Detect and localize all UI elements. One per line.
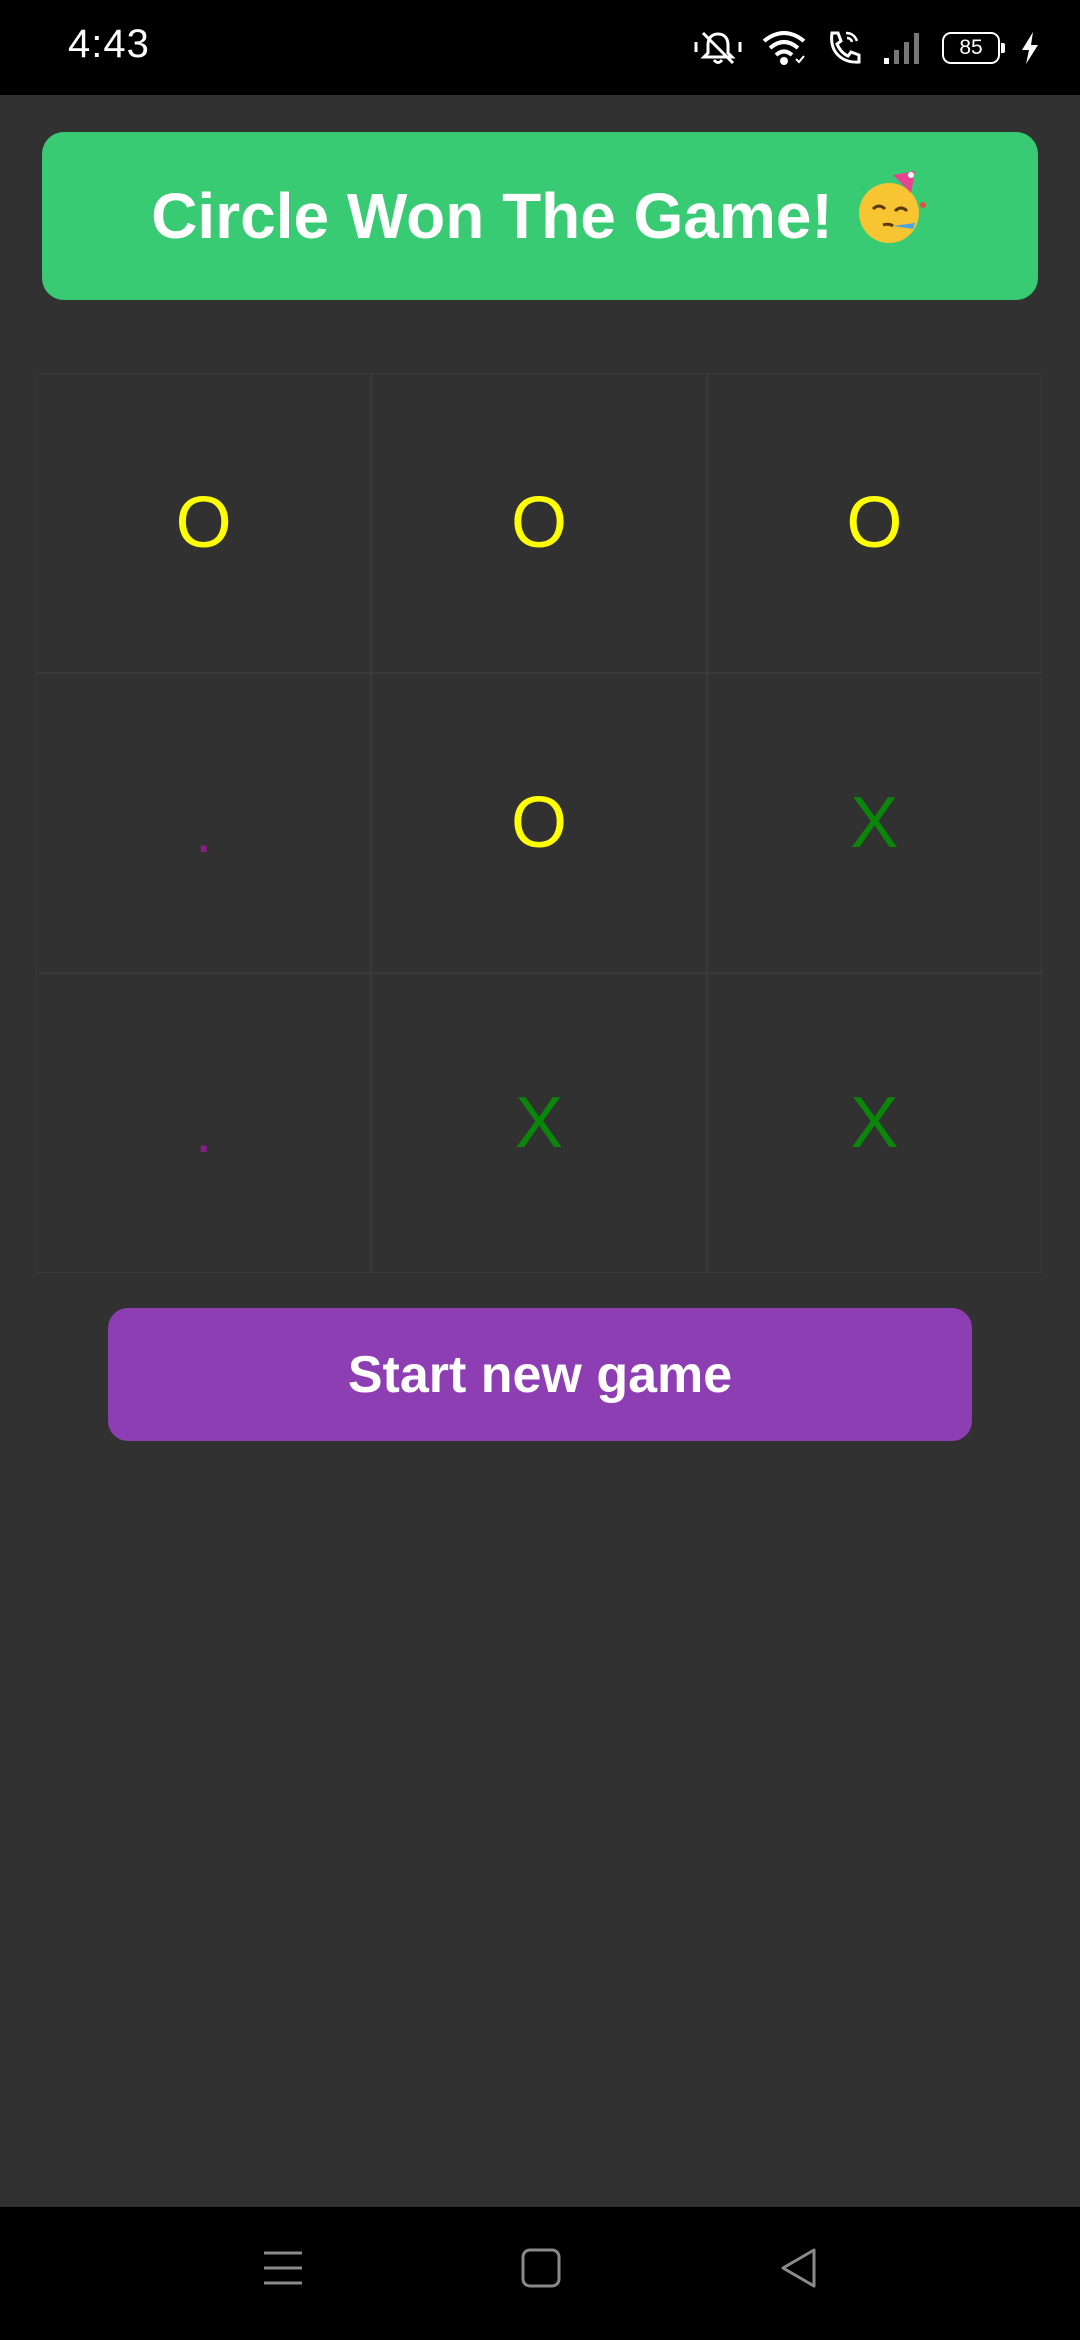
party-face-icon	[853, 170, 929, 262]
bell-off-icon	[694, 28, 742, 68]
board-cell[interactable]: O	[36, 373, 372, 673]
status-time: 4:43	[68, 22, 150, 66]
board-cell[interactable]: O	[371, 673, 707, 973]
home-icon[interactable]	[520, 2247, 562, 2289]
battery-icon: 85	[942, 32, 1005, 64]
status-bar: 4:43 85	[0, 0, 1080, 95]
back-icon[interactable]	[778, 2247, 820, 2289]
status-icons: 85	[694, 26, 1040, 70]
charging-icon	[1020, 31, 1040, 65]
board-cell[interactable]: .	[36, 673, 372, 973]
board-cell[interactable]: X	[371, 973, 707, 1273]
wifi-call-icon	[826, 29, 862, 67]
signal-icon	[882, 30, 922, 66]
wifi-icon	[762, 29, 806, 67]
winner-banner: Circle Won The Game!	[42, 132, 1038, 300]
board-cell[interactable]: X	[706, 673, 1042, 973]
game-board: O O O . O X . X X	[36, 373, 1042, 1273]
board-cell[interactable]: O	[706, 373, 1042, 673]
board-cell[interactable]: X	[706, 973, 1042, 1273]
board-cell[interactable]: O	[371, 373, 707, 673]
navigation-bar	[0, 2207, 1080, 2340]
board-cell[interactable]: .	[36, 973, 372, 1273]
battery-level: 85	[959, 36, 983, 59]
winner-message: Circle Won The Game!	[151, 180, 833, 252]
menu-icon[interactable]	[262, 2247, 304, 2289]
start-new-game-button[interactable]: Start new game	[108, 1308, 972, 1441]
